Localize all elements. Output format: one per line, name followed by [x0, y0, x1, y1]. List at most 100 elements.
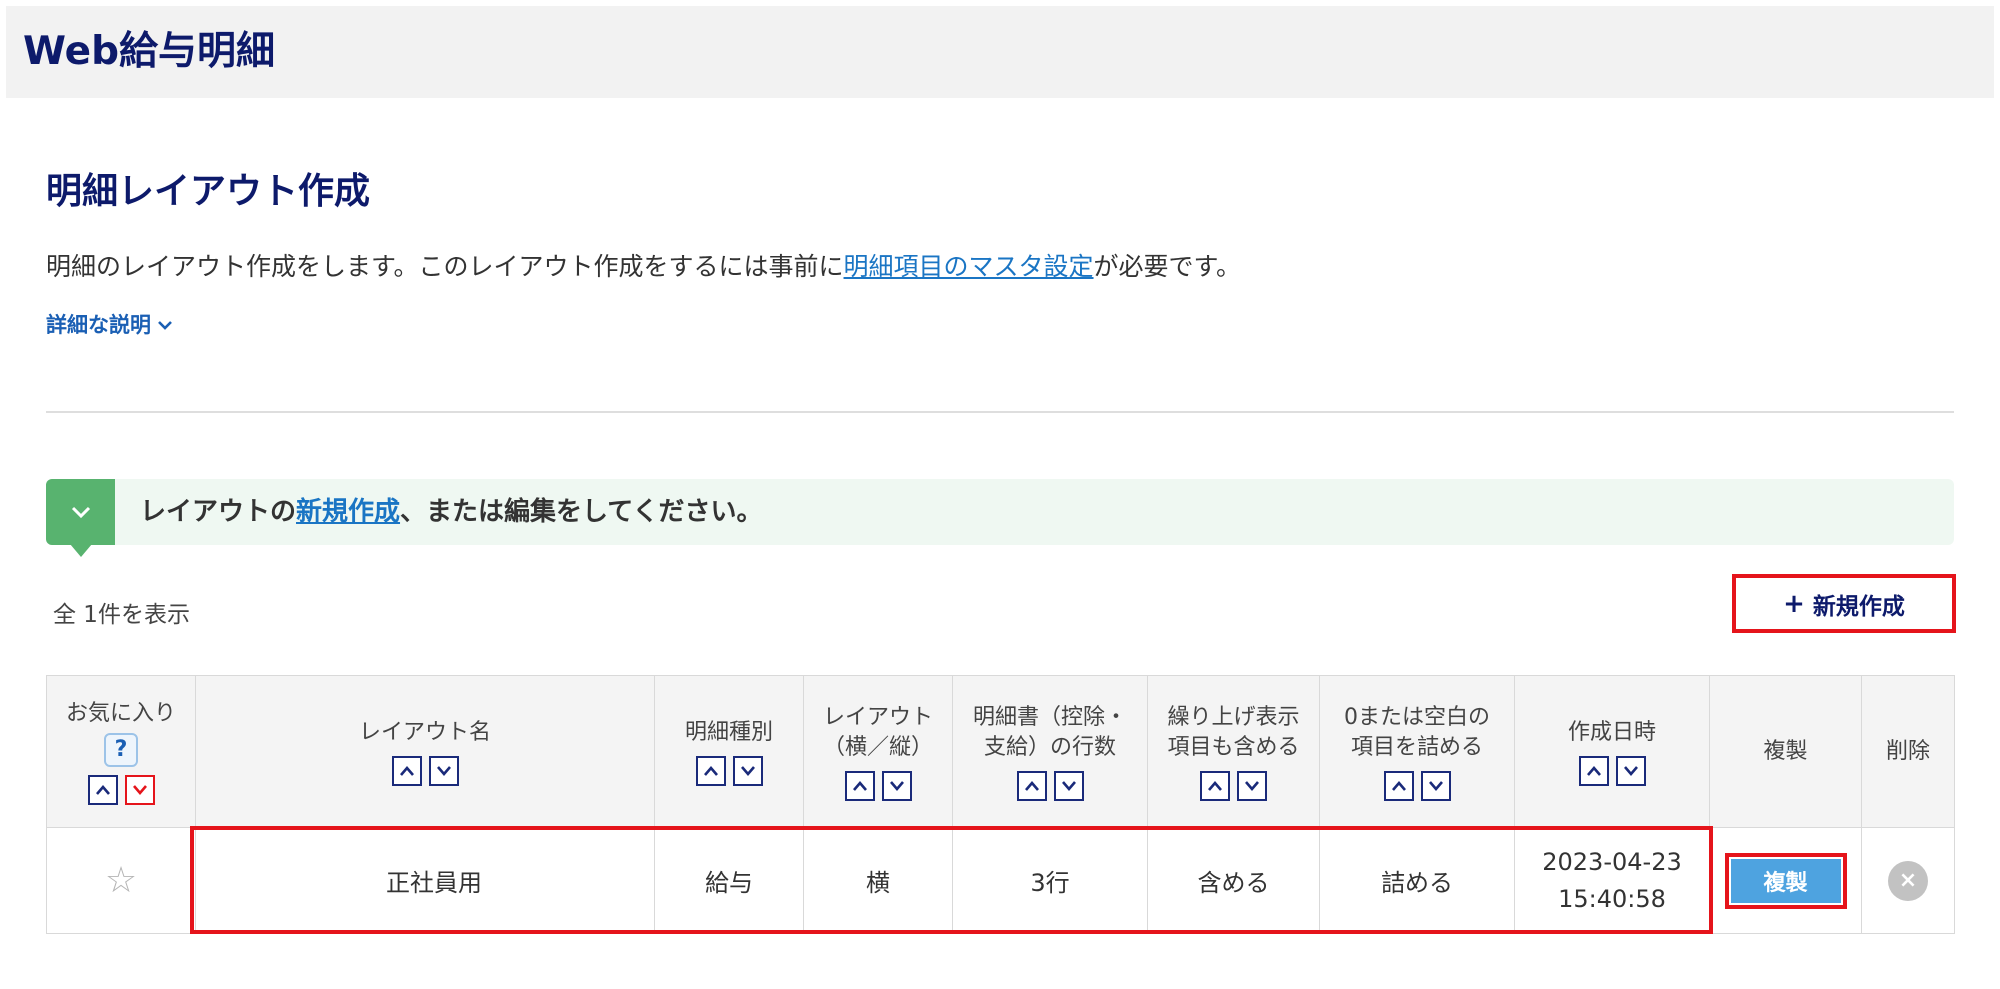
sort-controls: [1152, 770, 1315, 801]
statement-type-cell: 給与: [654, 827, 804, 934]
sort-controls: [808, 770, 948, 801]
sort-desc-button[interactable]: [428, 755, 459, 786]
sort-desc-button[interactable]: [732, 755, 763, 786]
created-at-cell: 2023-04-23 15:40:58: [1514, 827, 1710, 934]
star-icon[interactable]: ☆: [105, 860, 137, 901]
duplicate-cell: 複製: [1709, 827, 1862, 934]
sort-desc-button[interactable]: [124, 774, 155, 805]
sort-asc-button[interactable]: [87, 774, 118, 805]
new-create-link[interactable]: 新規作成: [296, 497, 400, 527]
col-layout-name: レイアウト名: [195, 675, 655, 828]
chevron-down-icon: [1061, 780, 1076, 791]
chevron-down-icon: [436, 765, 451, 776]
col-zero-compact-label-1: 0または空白の: [1344, 704, 1490, 730]
favorite-cell: ☆: [46, 827, 196, 934]
master-settings-link[interactable]: 明細項目のマスタ設定: [844, 252, 1094, 281]
col-layout-orientation-label-1: レイアウト: [822, 704, 933, 730]
chevron-down-icon: [1428, 780, 1443, 791]
step-text-before: レイアウトの: [140, 497, 297, 527]
carry-over-cell: 含める: [1147, 827, 1320, 934]
delete-cell: ×: [1861, 827, 1955, 934]
detail-toggle[interactable]: 詳細な説明: [46, 308, 173, 342]
col-favorite-label: お気に入り: [65, 700, 176, 726]
col-row-count: 明細書（控除・ 支給）の行数: [952, 675, 1148, 828]
chevron-up-icon: [1586, 765, 1601, 776]
sort-desc-button[interactable]: [1615, 755, 1646, 786]
chevron-up-icon: [1024, 780, 1039, 791]
layout-orientation-cell: 横: [803, 827, 953, 934]
delete-button[interactable]: ×: [1888, 860, 1928, 901]
step-instruction: レイアウトの新規作成、または編集をしてください。: [46, 479, 1954, 557]
duplicate-button[interactable]: 複製: [1730, 858, 1841, 903]
col-layout-name-label: レイアウト名: [358, 719, 491, 745]
sort-desc-button[interactable]: [1420, 770, 1451, 801]
sort-asc-button[interactable]: [695, 755, 726, 786]
sort-controls: [51, 774, 191, 805]
step-toggle[interactable]: [46, 479, 115, 545]
col-favorite: お気に入り ?: [46, 675, 196, 828]
col-row-count-label-2: 支給）の行数: [983, 734, 1116, 760]
divider: [46, 411, 1954, 413]
duplicate-button-highlight: 複製: [1724, 852, 1847, 909]
sort-asc-button[interactable]: [391, 755, 422, 786]
col-carry-over-label-2: 項目も含める: [1167, 734, 1300, 760]
step-pointer: [70, 544, 92, 557]
help-icon[interactable]: ?: [104, 732, 138, 767]
created-date: 2023-04-23: [1542, 847, 1682, 876]
layout-name-cell[interactable]: 正社員用: [195, 827, 655, 934]
col-carry-over-label-1: 繰り上げ表示: [1167, 704, 1300, 730]
col-duplicate: 複製: [1709, 675, 1862, 828]
new-layout-button[interactable]: + 新規作成: [1732, 574, 1956, 633]
sort-controls: [1324, 770, 1510, 801]
chevron-down-icon: [158, 321, 172, 330]
chevron-up-icon: [1208, 780, 1222, 791]
col-created-at-label: 作成日時: [1567, 719, 1656, 745]
sort-controls: [200, 755, 650, 786]
col-statement-type: 明細種別: [654, 675, 804, 828]
app-title: Web給与明細: [23, 29, 275, 74]
chevron-up-icon: [852, 780, 867, 791]
sort-controls: [1519, 755, 1705, 786]
sort-desc-button[interactable]: [1053, 770, 1084, 801]
sort-asc-button[interactable]: [844, 770, 875, 801]
step-text-after: 、または編集をしてください。: [400, 497, 763, 527]
sort-controls: [957, 770, 1143, 801]
table-header-row: お気に入り ? レイアウト名 明細種別 レイアウト （横／縦） 明細書（控除・ …: [46, 675, 1955, 828]
chevron-down-icon: [1623, 765, 1638, 776]
intro-text-after: が必要です。: [1093, 252, 1242, 281]
table-row[interactable]: ☆ 正社員用 給与 横 3行 含める 詰める 2023-04-23 15:40:…: [46, 827, 1955, 934]
chevron-up-icon: [1391, 780, 1406, 791]
sort-asc-button[interactable]: [1578, 755, 1609, 786]
chevron-down-icon: [1245, 780, 1259, 791]
chevron-down-icon: [132, 784, 147, 795]
zero-compact-cell: 詰める: [1319, 827, 1515, 934]
chevron-down-icon: [71, 506, 90, 519]
intro-text-before: 明細のレイアウト作成をします。このレイアウト作成をするには事前に: [46, 252, 844, 281]
col-created-at: 作成日時: [1514, 675, 1710, 828]
row-count-cell: 3行: [952, 827, 1148, 934]
sort-desc-button[interactable]: [881, 770, 912, 801]
sort-asc-button[interactable]: [1016, 770, 1047, 801]
col-delete: 削除: [1861, 675, 1955, 828]
sort-desc-button[interactable]: [1237, 770, 1267, 801]
chevron-up-icon: [95, 784, 110, 795]
page-description: 明細のレイアウト作成をします。このレイアウト作成をするには事前に明細項目のマスタ…: [46, 249, 1241, 285]
col-zero-compact-label-2: 項目を詰める: [1350, 734, 1483, 760]
col-zero-compact: 0または空白の 項目を詰める: [1319, 675, 1515, 828]
col-row-count-label-1: 明細書（控除・: [972, 704, 1127, 730]
sort-asc-button[interactable]: [1383, 770, 1414, 801]
col-layout-orientation-label-2: （横／縦）: [822, 734, 933, 760]
sort-controls: [659, 755, 799, 786]
sort-asc-button[interactable]: [1200, 770, 1230, 801]
col-carry-over: 繰り上げ表示 項目も含める: [1147, 675, 1320, 828]
result-count: 全 1件を表示: [53, 602, 190, 628]
app-header: Web給与明細: [6, 6, 1994, 98]
layout-table: お気に入り ? レイアウト名 明細種別 レイアウト （横／縦） 明細書（控除・ …: [46, 675, 1955, 934]
page-title: 明細レイアウト作成: [46, 171, 371, 212]
chevron-down-icon: [740, 765, 755, 776]
created-time: 15:40:58: [1558, 884, 1666, 913]
plus-icon: +: [1783, 588, 1805, 619]
new-layout-button-label: 新規作成: [1812, 593, 1905, 620]
chevron-down-icon: [889, 780, 904, 791]
col-statement-type-label: 明細種別: [684, 719, 773, 745]
